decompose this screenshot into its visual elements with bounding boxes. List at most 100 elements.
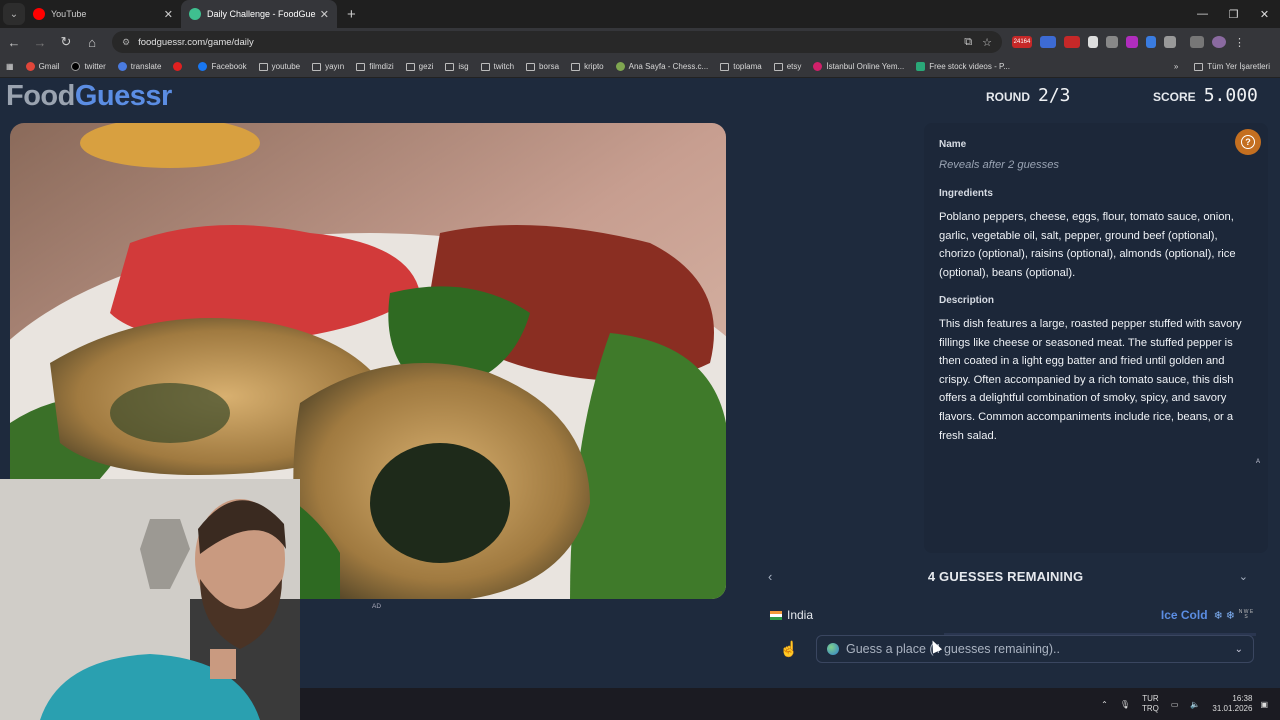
back-icon[interactable]: ← (2, 35, 26, 50)
ad-label: AD (372, 603, 382, 610)
all-bookmarks-button[interactable]: Tüm Yer İşaretleri (1194, 62, 1270, 71)
url-text: foodguessr.com/game/daily (138, 36, 254, 48)
ingredients-heading: Ingredients (939, 188, 993, 199)
ingredients-text: Poblano peppers, cheese, eggs, flour, to… (939, 211, 1236, 279)
minimize-button[interactable]: — (1187, 0, 1218, 28)
bookmark-folder-youtube[interactable]: youtube (258, 62, 300, 71)
install-app-icon[interactable]: ⧉ (964, 36, 972, 49)
new-tab-button[interactable]: + (347, 6, 356, 23)
bookmark-gmail[interactable]: Gmail (25, 62, 59, 71)
round-label: ROUND (986, 90, 1030, 104)
dropdown-arrow-icon[interactable]: ⌄ (1235, 644, 1243, 655)
chevron-down-icon[interactable]: ⌄ (1239, 570, 1248, 583)
tab-search-button[interactable]: ⌄ (3, 3, 25, 25)
translate-extension-icon[interactable] (1040, 36, 1056, 48)
bookmarks-bar: ▦ Gmail twitter translate Facebook youtu… (0, 56, 1280, 78)
extension-icon[interactable] (1146, 36, 1156, 48)
foodguessr-icon (189, 8, 201, 20)
guess-input-field[interactable]: Guess a place (4 guesses remaining).. ⌄ (816, 635, 1254, 663)
bookmark-chess[interactable]: Ana Sayfa - Chess.c... (615, 62, 708, 71)
reload-icon[interactable]: ↻ (54, 34, 78, 50)
snowflake-icon: ❄ (1213, 609, 1223, 622)
tab-title: YouTube (51, 9, 87, 19)
score-value: 5.000 (1203, 85, 1258, 106)
help-button[interactable]: ? (1235, 129, 1261, 155)
extension-icon[interactable] (1126, 36, 1138, 48)
youtube-icon (33, 8, 45, 20)
tab-youtube[interactable]: YouTube ✕ (25, 0, 181, 28)
globe-icon (827, 643, 839, 655)
round-indicator: ROUND 2/3 (986, 85, 1071, 106)
more-bookmarks-button[interactable]: » (1174, 62, 1178, 71)
bookmark-twitter[interactable]: twitter (71, 62, 106, 71)
bookmark-folder-isg[interactable]: isg (445, 62, 469, 71)
guess-input-placeholder: Guess a place (4 guesses remaining).. (846, 642, 1060, 656)
media-control-icon[interactable] (1190, 36, 1204, 48)
guess-temperature: Ice Cold (1160, 608, 1208, 622)
name-heading: Name (939, 139, 967, 150)
tray-expand-icon[interactable]: ⌃ (1101, 700, 1108, 709)
name-reveal-text: Reveals after 2 guesses (939, 159, 1060, 171)
bookmark-folder-kripto[interactable]: kripto (571, 62, 604, 71)
score-label: SCORE (1153, 90, 1196, 104)
hint-hand-icon[interactable]: ☝ (778, 640, 800, 658)
site-info-icon[interactable]: ⚙ (122, 37, 130, 48)
close-tab-icon[interactable]: ✕ (164, 8, 173, 21)
bookmark-stock-videos[interactable]: Free stock videos - P... (916, 62, 1010, 71)
bookmark-folder-twitch[interactable]: twitch (480, 62, 514, 71)
guesses-remaining-title: 4 GUESSES REMAINING (927, 568, 1084, 584)
clock[interactable]: 16:38 31.01.2026 (1212, 694, 1252, 714)
profile-avatar[interactable] (1212, 36, 1226, 48)
browser-tab-bar: ⌄ YouTube ✕ Daily Challenge - FoodGuessr… (0, 0, 1280, 28)
extension-icon[interactable] (1106, 36, 1118, 48)
restore-button[interactable]: ❐ (1218, 0, 1249, 28)
snowflake-icon: ❄ (1225, 609, 1235, 622)
bookmark-translate[interactable]: translate (117, 62, 161, 71)
volume-icon[interactable]: 🔈 (1190, 700, 1200, 709)
tab-foodguessr[interactable]: Daily Challenge - FoodGuessr | ✕ (181, 0, 337, 28)
score-indicator: SCORE 5.000 (1153, 85, 1258, 106)
language-indicator[interactable]: TUR TRQ (1142, 694, 1159, 714)
forward-icon[interactable]: → (28, 35, 52, 50)
extension-badge[interactable]: 24164 (1012, 36, 1032, 48)
home-icon[interactable]: ⌂ (80, 35, 104, 50)
bookmark-istanbul[interactable]: İstanbul Online Yem... (813, 62, 904, 71)
description-text: This dish features a large, roasted pepp… (939, 318, 1242, 442)
address-toolbar: ← → ↻ ⌂ ⚙ foodguessr.com/game/daily ⧉ ☆ … (0, 28, 1280, 56)
puzzle-icon[interactable] (1164, 36, 1176, 48)
microphone-icon[interactable]: 🎙 (1120, 700, 1130, 709)
bookmark-star-icon[interactable]: ☆ (982, 36, 992, 49)
close-tab-icon[interactable]: ✕ (320, 8, 329, 21)
compass-icon: N W E S (1238, 609, 1254, 620)
extensions-bar: 24164 ⋮ (1012, 36, 1250, 49)
tab-title: Daily Challenge - FoodGuessr | (207, 9, 316, 19)
menu-kebab-icon[interactable]: ⋮ (1234, 36, 1245, 49)
guess-input-row: ☝ Guess a place (4 guesses remaining).. … (778, 634, 1254, 664)
apps-grid-icon[interactable]: ▦ (6, 62, 14, 71)
close-window-button[interactable]: ✕ (1249, 0, 1280, 28)
text-size-toggle[interactable]: A (1256, 459, 1260, 465)
network-icon[interactable]: ▭ (1171, 700, 1179, 709)
bookmark-folder-etsy[interactable]: etsy (773, 62, 801, 71)
bookmark-folder-toplama[interactable]: toplama (720, 62, 762, 71)
foodguessr-logo[interactable]: FoodGuessr (6, 80, 172, 113)
windows-taskbar: ⌃ 🎙 TUR TRQ ▭ 🔈 16:38 31.01.2026 ▣ (300, 688, 1280, 720)
notification-icon[interactable]: ▣ (1260, 700, 1268, 709)
url-bar[interactable]: ⚙ foodguessr.com/game/daily ⧉ ☆ (112, 31, 1002, 53)
previous-guess-row: India Ice Cold ❄ ❄ N W E S (770, 604, 1254, 626)
extension-icon[interactable] (1064, 36, 1080, 48)
bookmark-youtube-icon[interactable] (173, 62, 186, 71)
bookmark-folder-borsa[interactable]: borsa (526, 62, 559, 71)
india-flag-icon (770, 610, 782, 620)
bookmark-folder-yayin[interactable]: yayın (312, 62, 344, 71)
bookmark-folder-gezi[interactable]: gezi (405, 62, 433, 71)
round-value: 2/3 (1038, 85, 1071, 106)
bookmark-folder-filmdizi[interactable]: filmdizi (356, 62, 394, 71)
question-icon: ? (1241, 135, 1255, 149)
description-heading: Description (939, 295, 995, 306)
extension-icon[interactable] (1088, 36, 1098, 48)
guesses-header[interactable]: ‹ 4 GUESSES REMAINING ⌄ (758, 560, 1254, 592)
bookmark-facebook[interactable]: Facebook (198, 62, 247, 71)
guess-country: India (787, 608, 814, 622)
window-controls: — ❐ ✕ (1187, 0, 1280, 28)
